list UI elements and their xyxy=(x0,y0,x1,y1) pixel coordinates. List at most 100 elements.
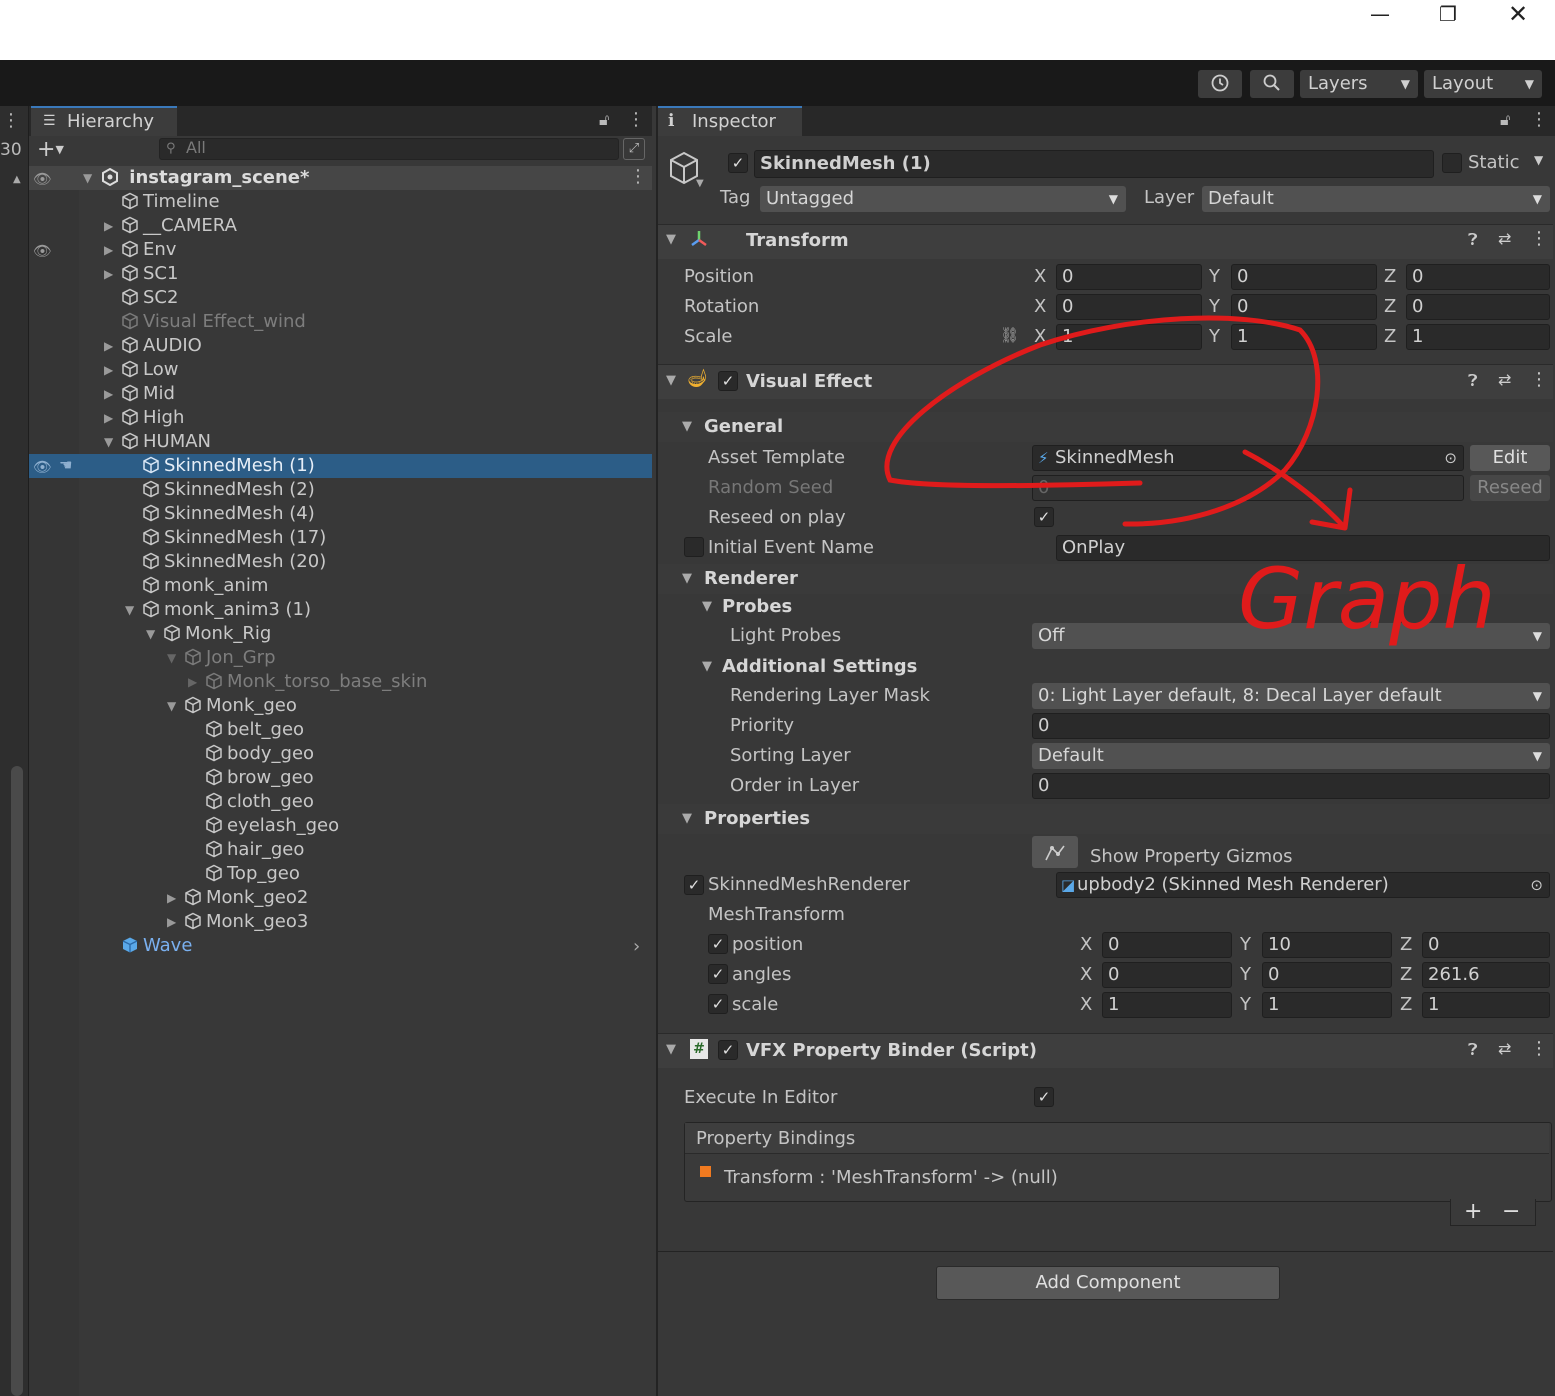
add-object-button[interactable]: +▼ xyxy=(37,138,64,162)
execute-in-editor-checkbox[interactable]: ✓ xyxy=(1034,1087,1054,1107)
hierarchy-item[interactable]: eyelash_geo xyxy=(205,814,339,838)
layer-dropdown[interactable]: Default ▼ xyxy=(1202,186,1550,212)
hierarchy-item[interactable]: Top_geo xyxy=(205,862,300,886)
fold-arrow-icon[interactable]: ▶ xyxy=(104,262,113,286)
eye-icon[interactable]: 👁︎ xyxy=(33,458,52,476)
chevron-down-icon[interactable]: ▼ xyxy=(1534,153,1543,167)
random-seed-field[interactable]: 0 xyxy=(1032,475,1464,501)
help-icon[interactable]: ❓︎ xyxy=(1468,1040,1478,1060)
position-z-field[interactable]: 0 xyxy=(1406,264,1550,290)
mt-scale-z-field[interactable]: 1 xyxy=(1422,992,1550,1018)
hierarchy-item-prefab[interactable]: Wave xyxy=(121,934,192,958)
fold-arrow-icon[interactable]: ▶ xyxy=(167,886,176,910)
layout-dropdown[interactable]: Layout ▼ xyxy=(1424,70,1542,98)
fold-arrow-icon[interactable]: ▶ xyxy=(104,382,113,406)
minimize-icon[interactable]: — xyxy=(1360,4,1400,26)
close-icon[interactable]: ✕ xyxy=(1498,2,1538,26)
reseed-on-play-checkbox[interactable]: ✓ xyxy=(1034,507,1054,527)
hierarchy-item[interactable]: cloth_geo xyxy=(205,790,314,814)
hierarchy-item-disabled[interactable]: Visual Effect_wind xyxy=(121,310,306,334)
preset-icon[interactable]: ⇄ xyxy=(1498,1039,1511,1058)
hierarchy-item[interactable]: SkinnedMesh (2) xyxy=(142,478,315,502)
scale-y-field[interactable]: 1 xyxy=(1231,324,1377,350)
mt-angles-y-field[interactable]: 0 xyxy=(1262,962,1392,988)
search-icon[interactable] xyxy=(1250,70,1294,98)
scene-root-item[interactable]: instagram_scene* xyxy=(101,166,309,190)
hierarchy-item[interactable]: Timeline xyxy=(121,190,220,214)
object-picker-icon[interactable]: ⊙ xyxy=(1444,446,1457,470)
initial-event-field[interactable]: OnPlay xyxy=(1056,535,1550,561)
fold-arrow-icon[interactable]: ▶ xyxy=(104,406,113,430)
chevron-down-icon[interactable]: ▼ xyxy=(696,178,704,189)
hierarchy-item[interactable]: Low xyxy=(121,358,178,382)
hierarchy-item[interactable]: Monk_Rig xyxy=(163,622,271,646)
hierarchy-item[interactable]: SkinnedMesh (20) xyxy=(142,550,326,574)
position-y-field[interactable]: 0 xyxy=(1231,264,1377,290)
more-icon[interactable]: ⋮ xyxy=(627,109,645,130)
hierarchy-item[interactable]: HUMAN xyxy=(121,430,211,454)
fold-arrow-icon[interactable]: ▼ xyxy=(702,655,712,679)
hierarchy-item[interactable]: monk_anim3 (1) xyxy=(142,598,311,622)
fold-arrow-icon[interactable]: ▼ xyxy=(666,228,676,252)
mt-position-checkbox[interactable]: ✓ xyxy=(708,934,728,954)
more-icon[interactable]: ⋮ xyxy=(629,166,647,187)
hierarchy-item[interactable]: Mid xyxy=(121,382,175,406)
preset-icon[interactable]: ⇄ xyxy=(1498,229,1511,248)
history-icon[interactable] xyxy=(1198,70,1242,98)
hierarchy-item[interactable]: Env xyxy=(121,238,176,262)
fold-arrow-icon[interactable]: ▼ xyxy=(666,369,676,393)
mt-position-x-field[interactable]: 0 xyxy=(1102,932,1232,958)
fold-arrow-icon[interactable]: ▶ xyxy=(104,334,113,358)
link-icon[interactable]: ⛓︎ xyxy=(1000,326,1019,344)
fold-arrow-icon[interactable]: ▼ xyxy=(682,807,692,831)
gizmo-toggle-button[interactable] xyxy=(1032,836,1078,868)
more-icon[interactable]: ⋮ xyxy=(1530,109,1548,130)
lock-icon[interactable]: 🔓︎ xyxy=(1500,110,1510,130)
hierarchy-item[interactable]: Monk_geo xyxy=(184,694,297,718)
fold-arrow-icon[interactable]: ▼ xyxy=(666,1038,676,1062)
hierarchy-item[interactable]: SC2 xyxy=(121,286,178,310)
mt-position-y-field[interactable]: 10 xyxy=(1262,932,1392,958)
fold-arrow-icon[interactable]: ▶ xyxy=(104,214,113,238)
eye-icon[interactable]: 👁︎ xyxy=(33,242,52,260)
layers-dropdown[interactable]: Layers ▼ xyxy=(1300,70,1418,98)
more-icon[interactable]: ⋮ xyxy=(2,110,20,131)
visual-effect-enabled-checkbox[interactable]: ✓ xyxy=(718,371,738,391)
mt-angles-checkbox[interactable]: ✓ xyxy=(708,964,728,984)
help-icon[interactable]: ❓︎ xyxy=(1468,230,1478,250)
hierarchy-item-selected[interactable]: SkinnedMesh (1) xyxy=(142,454,315,478)
scroll-up-icon[interactable]: ▲ xyxy=(13,174,21,185)
scene-search-icon[interactable]: ⤢ xyxy=(623,138,645,160)
chevron-right-icon[interactable]: › xyxy=(633,936,640,957)
hierarchy-item-disabled[interactable]: Monk_torso_base_skin xyxy=(205,670,427,694)
object-name-field[interactable]: SkinnedMesh (1) xyxy=(754,150,1434,178)
edit-button[interactable]: Edit xyxy=(1470,445,1550,471)
hierarchy-item[interactable]: __CAMERA xyxy=(121,214,237,238)
hierarchy-item-disabled[interactable]: Jon_Grp xyxy=(184,646,276,670)
object-picker-icon[interactable]: ⊙ xyxy=(1530,873,1543,897)
more-icon[interactable]: ⋮ xyxy=(1530,369,1548,390)
binder-enabled-checkbox[interactable]: ✓ xyxy=(718,1040,738,1060)
fold-arrow-icon[interactable]: ▶ xyxy=(188,670,197,694)
rotation-x-field[interactable]: 0 xyxy=(1056,294,1202,320)
mt-scale-y-field[interactable]: 1 xyxy=(1262,992,1392,1018)
rotation-z-field[interactable]: 0 xyxy=(1406,294,1550,320)
light-probes-dropdown[interactable]: Off ▼ xyxy=(1032,623,1550,649)
fold-arrow-icon[interactable]: ▼ xyxy=(167,694,176,718)
reseed-button[interactable]: Reseed xyxy=(1470,475,1550,501)
help-icon[interactable]: ❓︎ xyxy=(1468,371,1478,391)
mt-position-z-field[interactable]: 0 xyxy=(1422,932,1550,958)
position-x-field[interactable]: 0 xyxy=(1056,264,1202,290)
binding-item[interactable]: Transform : 'MeshTransform' -> (null) xyxy=(724,1166,1058,1190)
hierarchy-item[interactable]: High xyxy=(121,406,184,430)
skinned-renderer-checkbox[interactable]: ✓ xyxy=(684,875,704,895)
mt-angles-z-field[interactable]: 261.6 xyxy=(1422,962,1550,988)
fold-arrow-icon[interactable]: ▶ xyxy=(167,910,176,934)
hierarchy-item[interactable]: body_geo xyxy=(205,742,314,766)
tab-hierarchy[interactable]: ☰ Hierarchy xyxy=(31,106,177,136)
hierarchy-item[interactable]: Monk_geo2 xyxy=(184,886,308,910)
fold-arrow-icon[interactable]: ▼ xyxy=(146,622,155,646)
remove-binding-button[interactable]: − xyxy=(1502,1199,1520,1225)
mt-scale-x-field[interactable]: 1 xyxy=(1102,992,1232,1018)
hierarchy-item[interactable]: belt_geo xyxy=(205,718,304,742)
